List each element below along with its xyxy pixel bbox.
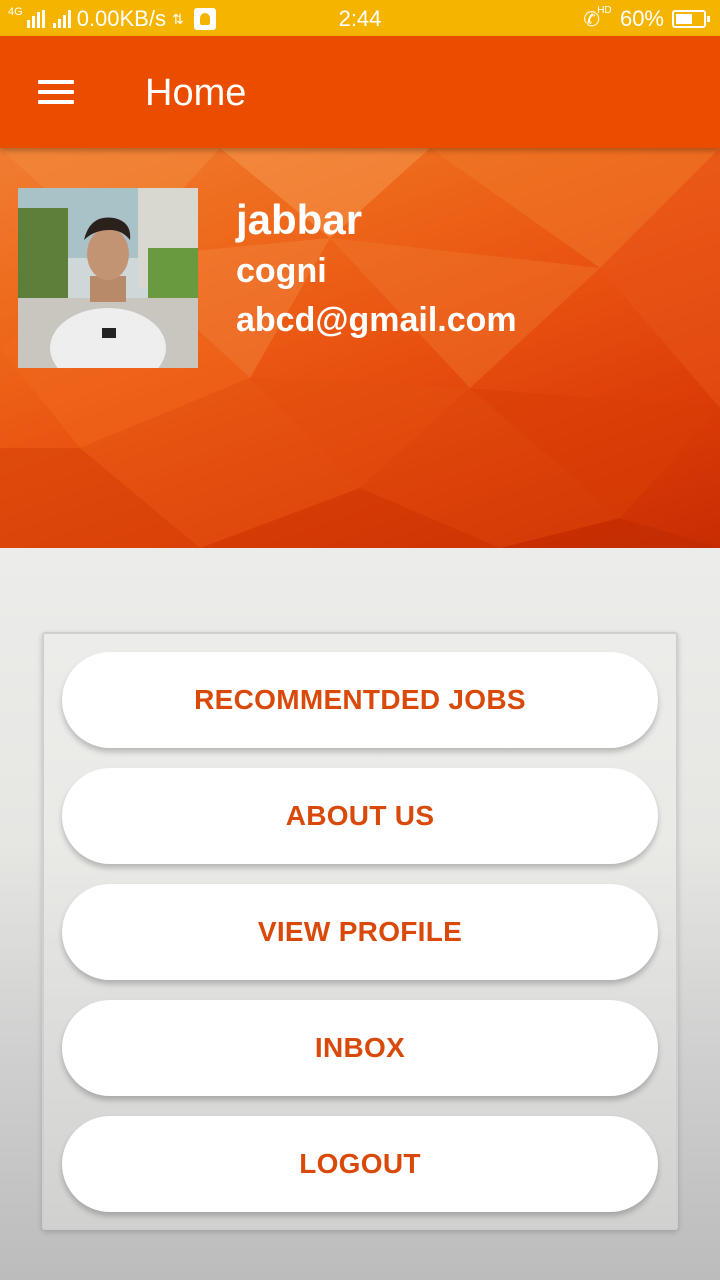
profile-email: abcd@gmail.com — [236, 301, 517, 339]
page-title: Home — [145, 72, 247, 114]
profile-avatar — [18, 188, 198, 368]
hd-label: HD — [597, 4, 612, 16]
status-right: ✆ HD 60% — [583, 4, 710, 32]
profile-header: jabbar cogni abcd@gmail.com — [0, 148, 720, 548]
battery-icon — [672, 10, 710, 28]
battery-percent: 60% — [619, 6, 664, 31]
about-us-button[interactable]: ABOUT US — [62, 768, 658, 864]
avatar-photo — [18, 188, 198, 368]
status-bar: 4G 0.00KB/s ⇅ 2:44 ✆ HD 60% — [0, 0, 720, 36]
view-profile-button[interactable]: VIEW PROFILE — [62, 884, 658, 980]
battery-fill — [676, 14, 692, 24]
logout-button[interactable]: LOGOUT — [62, 1116, 658, 1212]
profile-company: cogni — [236, 252, 327, 290]
hamburger-menu-icon[interactable] — [30, 74, 82, 114]
hd-call-icon: ✆ HD — [583, 4, 612, 31]
inbox-button[interactable]: INBOX — [62, 1000, 658, 1096]
app-toolbar: Home — [0, 36, 720, 148]
recommended-jobs-button[interactable]: RECOMMENTDED JOBS — [62, 652, 658, 748]
profile-name: jabbar — [236, 196, 363, 243]
profile-info: jabbar cogni abcd@gmail.com — [236, 196, 517, 340]
